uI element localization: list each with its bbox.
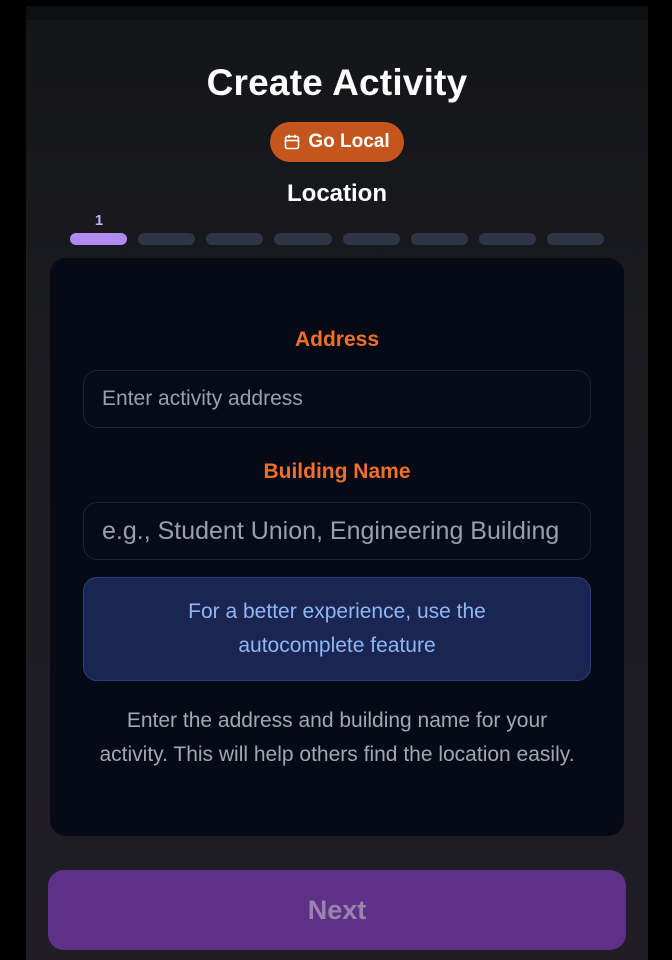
progress-step-5 (342, 233, 400, 245)
page-title: Create Activity (206, 62, 468, 103)
info-message: For a better experience, use the autocom… (188, 600, 486, 657)
create-activity-screen: Create Activity Go Local Location 1 Addr… (26, 6, 648, 960)
step-progress (70, 233, 604, 245)
progress-step-1 (70, 233, 128, 245)
progress-step-3 (206, 233, 264, 245)
location-form-card: Address Building Name For a better exper… (50, 258, 624, 836)
autocomplete-info-box: For a better experience, use the autocom… (83, 577, 591, 681)
progress-step-6 (410, 233, 468, 245)
progress-step-8 (546, 233, 604, 245)
next-button[interactable]: Next (48, 870, 626, 950)
status-bar (26, 6, 648, 20)
category-badge: Go Local (270, 122, 404, 162)
calendar-icon (284, 134, 300, 150)
address-input[interactable] (83, 370, 591, 428)
progress-step-7 (478, 233, 536, 245)
progress-step-2 (138, 233, 196, 245)
step-title: Location (287, 180, 387, 207)
address-label: Address (294, 328, 380, 351)
building-name-input[interactable] (83, 502, 591, 560)
building-name-label: Building Name (263, 460, 411, 483)
current-step-number: 1 (94, 212, 104, 229)
progress-step-4 (274, 233, 332, 245)
help-text: Enter the address and building name for … (99, 709, 575, 766)
badge-label: Go Local (308, 131, 390, 152)
